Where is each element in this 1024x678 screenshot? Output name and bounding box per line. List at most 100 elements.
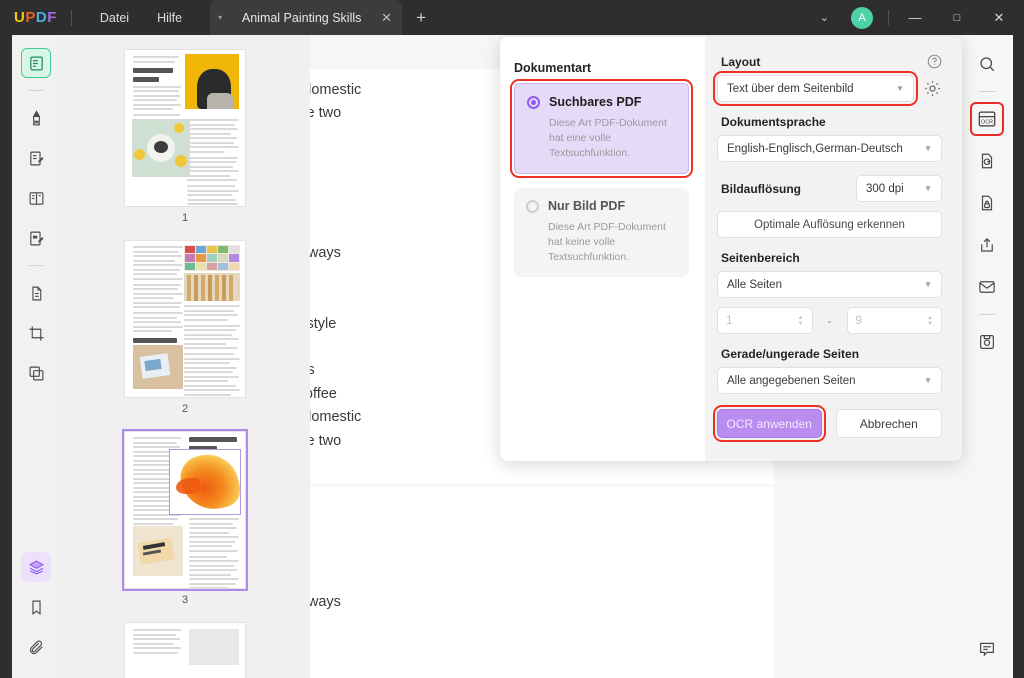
page-range-select-value: Alle Seiten <box>727 278 782 291</box>
even-odd-select-value: Alle angegebenen Seiten <box>727 374 856 387</box>
thumb-image <box>184 273 240 301</box>
compress-pdf-icon <box>981 153 992 169</box>
doctype-option-title: Nur Bild PDF <box>548 199 626 213</box>
sidebar-item-attachment[interactable] <box>21 632 51 662</box>
help-icon[interactable] <box>927 54 942 69</box>
page-range-label: Seitenbereich <box>721 251 800 265</box>
chevron-down-icon: ▼ <box>896 84 904 93</box>
detect-optimal-resolution-button[interactable]: Optimale Auflösung erkennen <box>717 211 942 238</box>
layout-select[interactable]: Text über dem Seitenbild ▼ <box>713 71 918 106</box>
organize-pages-icon <box>29 366 43 380</box>
gear-icon[interactable] <box>923 79 942 98</box>
compress-button[interactable] <box>972 146 1002 176</box>
thumbnail-list: 1 2 3 <box>60 35 310 678</box>
page-range-select[interactable]: Alle Seiten ▼ <box>717 271 942 298</box>
email-icon <box>978 281 995 293</box>
close-window-button[interactable]: ✕ <box>978 0 1020 35</box>
ocr-settings-panel: Layout Text über dem Seitenbild ▼ Dokume… <box>705 37 962 461</box>
comment-button[interactable] <box>972 634 1002 664</box>
language-select-value: English-Englisch,German-Deutsch <box>727 142 903 155</box>
thumb-image-selected <box>169 448 244 516</box>
chevron-down-icon: ▼ <box>924 144 932 153</box>
title-divider <box>70 9 72 26</box>
close-icon[interactable]: ✕ <box>381 10 392 26</box>
doc-text-line: or improvement <box>310 544 774 567</box>
page-range-from-input[interactable]: 1 ▲ ▼ <box>717 307 813 334</box>
thumbnail-page-3[interactable] <box>122 429 248 591</box>
thumb-image <box>133 345 183 389</box>
doctype-option-description: Diese Art PDF-Dokument hat eine volle Te… <box>549 117 667 159</box>
rail-divider <box>978 314 995 315</box>
radio-unselected-icon[interactable] <box>526 199 539 213</box>
sidebar-item-page-layout[interactable] <box>21 183 51 213</box>
doctype-heading: Dokumentart <box>514 61 592 75</box>
right-tool-rail: OCR <box>960 35 1013 678</box>
sidebar-item-highlighter[interactable] <box>21 103 51 133</box>
resolution-row: Bildauflösung 300 dpi ▼ <box>717 175 942 202</box>
thumbnail-page-1[interactable] <box>124 49 246 207</box>
attachment-icon <box>29 640 43 654</box>
page-range-to-input[interactable]: 9 ▲ ▼ <box>846 307 942 334</box>
document-tab[interactable]: ▾ Animal Painting Skills ✕ <box>210 0 403 35</box>
chevron-down-icon[interactable]: ⌄ <box>808 5 841 30</box>
doctype-option-title: Suchbares PDF <box>549 95 642 109</box>
sidebar-item-form-edit[interactable] <box>21 223 51 253</box>
sidebar-item-convert[interactable] <box>21 278 51 308</box>
language-select[interactable]: English-Englisch,German-Deutsch ▼ <box>717 135 942 162</box>
menu-datei[interactable]: Datei <box>86 7 143 29</box>
avatar[interactable]: A <box>851 6 873 29</box>
save-as-button[interactable] <box>972 327 1002 357</box>
share-button[interactable] <box>972 230 1002 260</box>
layout-select-value: Text über dem Seitenbild <box>727 82 854 95</box>
app-window: UPDF Datei Hilfe ▾ Animal Painting Skill… <box>0 0 1024 678</box>
email-button[interactable] <box>972 272 1002 302</box>
reader-mode-icon <box>29 55 43 71</box>
page-range-inputs: 1 ▲ ▼ - 9 ▲ ▼ <box>717 307 942 334</box>
layers-icon <box>28 559 44 574</box>
sidebar-item-organize[interactable] <box>21 358 51 388</box>
even-odd-select[interactable]: Alle angegebenen Seiten ▼ <box>717 367 942 394</box>
highlighter-icon <box>32 109 40 125</box>
thumbnail-panel[interactable]: 1 2 3 <box>60 35 310 678</box>
window-edge-right <box>1013 35 1024 678</box>
sidebar-item-crop[interactable] <box>21 318 51 348</box>
search-button[interactable] <box>972 49 1002 79</box>
doc-text-line: any sketches and <box>310 567 774 590</box>
save-as-icon <box>979 335 994 349</box>
title-bar: UPDF Datei Hilfe ▾ Animal Painting Skill… <box>0 0 1024 35</box>
even-odd-label: Gerade/ungerade Seiten <box>721 347 860 361</box>
page-layout-icon <box>29 191 43 205</box>
doctype-option-image-only-pdf[interactable]: Nur Bild PDF Diese Art PDF-Dokument hat … <box>514 188 689 277</box>
stepper-icon[interactable]: ▲ ▼ <box>927 315 933 327</box>
dialog-actions: OCR anwenden Abbrechen <box>713 405 942 442</box>
doctype-option-description: Diese Art PDF-Dokument hat keine volle T… <box>548 221 666 263</box>
resolution-select[interactable]: 300 dpi ▼ <box>856 175 942 202</box>
doc-text-line: . Please choose <box>310 637 774 660</box>
radio-selected-icon[interactable] <box>527 95 540 109</box>
stepper-icon[interactable]: ▲ ▼ <box>798 315 804 327</box>
sidebar-item-edit-pdf[interactable] <box>21 143 51 173</box>
doctype-option-searchable-pdf[interactable]: Suchbares PDF Diese Art PDF-Dokument hat… <box>510 79 693 178</box>
chevron-down-icon: ▼ <box>924 280 932 289</box>
sidebar-item-bookmark[interactable] <box>21 592 51 622</box>
new-tab-button[interactable]: + <box>416 8 426 28</box>
protect-button[interactable] <box>972 188 1002 218</box>
chevron-down-icon: ▼ <box>924 184 932 193</box>
cancel-button[interactable]: Abbrechen <box>835 409 942 438</box>
ocr-button[interactable]: OCR <box>969 102 1004 136</box>
rail-divider <box>28 90 44 91</box>
menu-hilfe[interactable]: Hilfe <box>143 7 196 29</box>
thumbnail-page-4[interactable] <box>124 622 246 678</box>
sidebar-item-reader[interactable] <box>21 48 51 78</box>
bookmark-icon <box>31 600 41 615</box>
thumb-image <box>133 526 183 576</box>
sidebar-item-layers[interactable] <box>21 552 51 582</box>
apply-ocr-button[interactable]: OCR anwenden <box>717 409 822 438</box>
maximize-button[interactable]: □ <box>936 0 978 35</box>
thumbnail-page-2[interactable] <box>124 240 246 398</box>
form-edit-icon <box>29 231 44 245</box>
doctype-option-row: Suchbares PDF <box>527 95 676 109</box>
ocr-dialog[interactable]: Dokumentart Suchbares PDF Diese Art PDF-… <box>500 37 962 461</box>
page-range-from-value: 1 <box>726 314 733 327</box>
minimize-button[interactable]: — <box>894 0 936 35</box>
